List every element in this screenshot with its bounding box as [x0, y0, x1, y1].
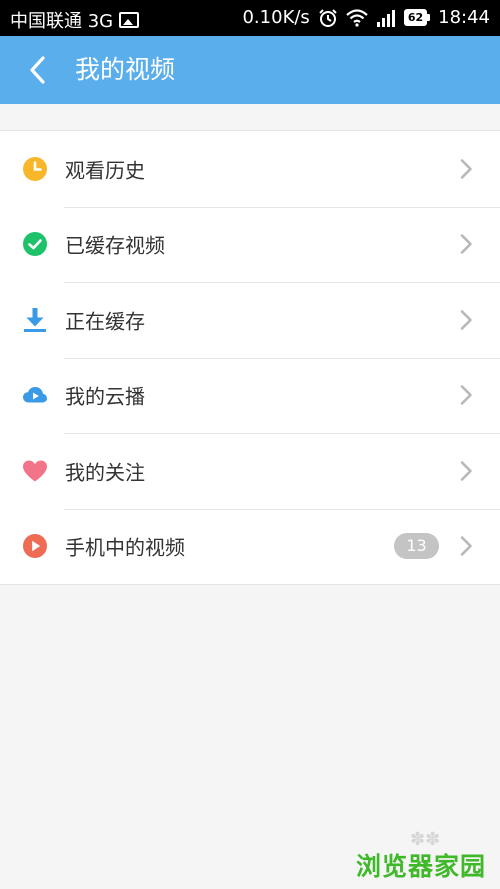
back-button[interactable] — [22, 54, 52, 86]
menu-item-label: 手机中的视频 — [65, 535, 185, 560]
download-icon — [24, 307, 46, 332]
site-watermark: 浏览器家园 — [356, 852, 487, 881]
chevron-right-icon — [460, 234, 472, 255]
menu-item-cached-videos[interactable]: 已缓存视频 — [0, 206, 500, 283]
chevron-right-icon — [460, 385, 472, 406]
alarm-icon — [319, 8, 337, 27]
menu-item-my-follows[interactable]: 我的关注 — [0, 433, 500, 509]
battery-level: 62 — [403, 9, 428, 26]
menu-item-label: 我的云播 — [65, 384, 145, 409]
chevron-right-icon — [460, 309, 472, 330]
menu-item-label: 已缓存视频 — [65, 233, 165, 258]
menu-item-label: 我的关注 — [65, 460, 145, 485]
menu-item-caching[interactable]: 正在缓存 — [0, 282, 500, 358]
chevron-right-icon — [460, 536, 472, 557]
image-notification-icon — [119, 12, 140, 28]
menu-item-watch-history[interactable]: 观看历史 — [0, 131, 500, 207]
check-icon — [23, 232, 47, 257]
clock-icon — [23, 156, 47, 181]
menu-item-cloud-play[interactable]: 我的云播 — [0, 357, 500, 434]
cloud-play-icon — [23, 387, 47, 403]
status-bar: 中国联通 3G 0.10K/s 62 18:44 — [0, 0, 500, 36]
carrier-label: 中国联通 3G — [10, 11, 114, 32]
chevron-left-icon — [30, 56, 45, 84]
battery-icon: 62 — [403, 9, 431, 26]
menu-item-label: 观看历史 — [65, 158, 145, 183]
clock: 18:44 — [438, 7, 490, 28]
chevron-right-icon — [460, 460, 472, 481]
network-speed: 0.10K/s — [242, 7, 310, 28]
signal-icon — [376, 9, 395, 27]
page-title: 我的视频 — [75, 55, 176, 84]
play-icon — [23, 534, 47, 559]
wifi-icon — [346, 8, 368, 27]
menu-item-label: 正在缓存 — [65, 309, 145, 334]
heart-icon — [23, 460, 47, 482]
video-count-badge: 13 — [394, 533, 439, 560]
app-bar: 我的视频 — [0, 36, 500, 104]
chevron-right-icon — [460, 158, 472, 179]
video-menu-list: 观看历史 已缓存视频 正在缓存 我的云播 我的关注 手机中的视频 13 — [0, 130, 500, 585]
menu-item-local-videos[interactable]: 手机中的视频 13 — [0, 508, 500, 585]
